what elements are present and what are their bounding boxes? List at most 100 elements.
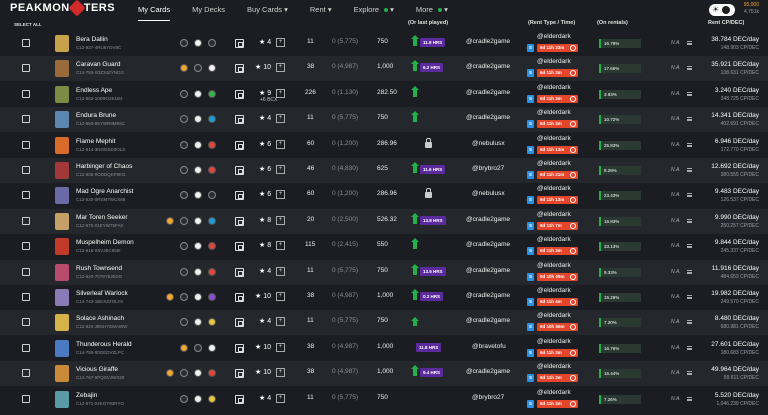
card-thumbnail[interactable] (55, 339, 69, 357)
player-name[interactable]: @cradle2game (466, 89, 510, 96)
rent-time-button[interactable]: 6d 11h 3m (537, 94, 578, 103)
list-icon[interactable] (687, 193, 692, 198)
renter-name[interactable]: @elderdark (537, 185, 571, 192)
list-icon[interactable] (687, 345, 692, 350)
table-row[interactable]: Zebajin C12-571-04KOY93RYO ★ 4 +11 0 (5,775) 7… (0, 386, 768, 412)
list-icon[interactable] (687, 66, 692, 71)
card-name[interactable]: Solace Ashinach (76, 315, 124, 322)
card-thumbnail[interactable] (55, 162, 69, 179)
list-icon[interactable] (687, 371, 692, 376)
player-name[interactable]: @cradle2game (466, 241, 510, 248)
list-icon[interactable] (687, 218, 692, 223)
player-name[interactable]: @cradle2game (466, 292, 510, 299)
add-level-button[interactable]: + (276, 139, 285, 149)
player-name[interactable]: @brybro27 (472, 394, 504, 401)
row-checkbox[interactable] (22, 343, 30, 352)
rent-time-button[interactable]: 6d 11h 3m (537, 120, 578, 129)
player-name[interactable]: @cradle2game (466, 63, 510, 70)
renter-name[interactable]: @elderdark (537, 58, 571, 65)
add-level-button[interactable]: + (276, 266, 285, 276)
card-name[interactable]: Caravan Guard (76, 61, 120, 68)
renter-name[interactable]: @elderdark (537, 84, 571, 91)
table-row[interactable]: Muspelheim Demon C12-616-0SVJBC858I ★ 8 +115… (0, 234, 768, 260)
rent-time-button[interactable]: 6d 11h 4m (537, 298, 578, 306)
card-thumbnail[interactable] (55, 263, 69, 281)
list-icon[interactable] (687, 320, 692, 325)
add-level-button[interactable]: + (276, 215, 285, 225)
row-checkbox[interactable] (22, 191, 30, 200)
card-thumbnail[interactable] (55, 212, 69, 230)
list-icon[interactable] (687, 396, 692, 401)
player-name[interactable]: @cradle2game (466, 216, 510, 223)
card-thumbnail[interactable] (55, 35, 69, 52)
row-checkbox[interactable] (22, 115, 30, 124)
card-name[interactable]: Endura Brune (76, 112, 116, 119)
card-name[interactable]: Endless Ape (76, 87, 112, 94)
table-row[interactable]: Solace Ashinach C12-624-J8GHYEMAWW ★ 4 +11 0 … (0, 310, 768, 336)
player-name[interactable]: @cradle2game (466, 267, 510, 274)
rent-time-button[interactable]: 6d 11h 3m (537, 247, 578, 256)
card-name[interactable]: Flame Mephit (76, 138, 115, 145)
rent-time-button[interactable]: 6d 11h 13m (537, 145, 578, 154)
row-checkbox[interactable] (22, 39, 30, 47)
add-level-button[interactable]: + (276, 165, 285, 174)
card-name[interactable]: Bera Dallin (76, 36, 108, 43)
list-icon[interactable] (687, 41, 692, 45)
list-icon[interactable] (687, 269, 692, 274)
player-name[interactable]: @nebulusx (472, 140, 505, 147)
row-checkbox[interactable] (22, 242, 30, 251)
logo[interactable]: PEAKMON TERS (10, 0, 115, 17)
card-thumbnail[interactable] (55, 111, 69, 129)
card-name[interactable]: Zebajin (76, 392, 97, 399)
row-checkbox[interactable] (22, 394, 30, 403)
card-thumbnail[interactable] (55, 85, 69, 103)
row-checkbox[interactable] (22, 64, 30, 73)
theme-toggle[interactable]: ☀ (709, 4, 735, 16)
table-row[interactable]: Endura Brune C12-583-85YWR8M9SC ★ 4 +11 0 (5,… (0, 107, 768, 133)
table-row[interactable]: Endless Ape C12-563-10D9O2E1B4 ★ 9 + +6 BCX 22… (0, 81, 768, 107)
renter-name[interactable]: @elderdark (537, 389, 571, 396)
renter-name[interactable]: @elderdark (537, 287, 571, 294)
rent-time-button[interactable]: 6d 10h 09m (537, 272, 578, 281)
card-name[interactable]: Harbinger of Chaos (76, 163, 132, 170)
renter-name[interactable]: @elderdark (537, 236, 571, 243)
list-icon[interactable] (687, 244, 692, 249)
card-thumbnail[interactable] (55, 60, 69, 78)
add-level-button[interactable]: + (276, 63, 285, 73)
renter-name[interactable]: @elderdark (537, 160, 571, 167)
player-name[interactable]: @cradle2game (466, 317, 510, 324)
card-name[interactable]: Mad Ogre Anarchist (76, 188, 133, 195)
rent-time-button[interactable]: 6d 11h 33m (537, 44, 578, 52)
add-level-button[interactable]: + (276, 342, 285, 352)
player-name[interactable]: @cradle2game (466, 368, 510, 375)
rent-time-button[interactable]: 6d 11h 7m (537, 221, 578, 230)
player-name[interactable]: @brybro27 (472, 165, 504, 172)
renter-name[interactable]: @elderdark (537, 135, 571, 142)
rent-time-button[interactable]: 6d 11h 3m (537, 399, 578, 408)
table-row[interactable]: Bera Dallin C12-627-4RU6YDV8C ★ 4 +11 0 (5,77… (0, 31, 768, 56)
card-thumbnail[interactable] (55, 390, 69, 408)
row-checkbox[interactable] (22, 293, 30, 301)
card-name[interactable]: Mar Toren Seeker (76, 214, 128, 221)
add-level-button[interactable]: + (276, 190, 285, 200)
table-row[interactable]: Harbinger of Chaos C12-605-0ODDQKF9KG ★ 6 +4… (0, 158, 768, 183)
card-name[interactable]: Silverleaf Warlock (76, 290, 128, 297)
card-thumbnail[interactable] (55, 289, 69, 306)
renter-name[interactable]: @elderdark (537, 211, 571, 218)
rent-time-button[interactable]: 6d 11h 21m (537, 171, 578, 179)
rent-time-button[interactable]: 6d 10h 56m (537, 323, 578, 332)
table-row[interactable]: Vicious Giraffe C14-767-5PQSVJWX28 ★ 10 +38 0… (0, 361, 768, 387)
card-name[interactable]: Vicious Giraffe (76, 366, 118, 373)
renter-name[interactable]: @elderdark (537, 338, 571, 345)
table-row[interactable]: Mar Toren Seeker C12-575-01EYW75FA8 ★ 8 +20 0… (0, 208, 768, 234)
card-name[interactable]: Thunderous Herald (76, 341, 132, 348)
add-level-button[interactable]: + (276, 368, 285, 378)
add-level-button[interactable]: + (276, 38, 285, 47)
add-level-button[interactable]: + (276, 393, 285, 403)
player-name[interactable]: @cradle2game (466, 38, 510, 45)
add-level-button[interactable]: + (276, 292, 285, 301)
renter-name[interactable]: @elderdark (537, 363, 571, 370)
row-checkbox[interactable] (22, 318, 30, 327)
row-checkbox[interactable] (22, 166, 30, 174)
renter-name[interactable]: @elderdark (537, 262, 571, 269)
